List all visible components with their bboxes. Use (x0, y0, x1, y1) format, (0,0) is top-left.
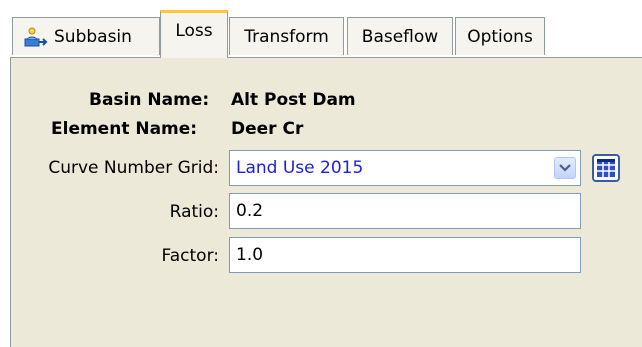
basin-name-label: Basin Name: (89, 90, 210, 110)
basin-name-value: Alt Post Dam (231, 90, 356, 110)
curve-number-grid-dropdown[interactable]: Land Use 2015 (229, 150, 581, 186)
factor-field[interactable]: 1.0 (229, 237, 581, 273)
factor-value: 1.0 (236, 245, 264, 265)
grid-editor-icon[interactable] (591, 153, 621, 183)
element-name-value: Deer Cr (231, 119, 304, 139)
element-name-label: Element Name: (51, 119, 198, 139)
ratio-field[interactable]: 0.2 (229, 193, 581, 229)
curve-number-grid-label: Curve Number Grid: (48, 158, 219, 178)
ratio-label: Ratio: (169, 202, 219, 222)
chevron-down-icon[interactable] (554, 157, 576, 179)
curve-number-grid-value: Land Use 2015 (236, 158, 364, 178)
panel-content: Basin Name: Alt Post Dam Element Name: D… (0, 0, 642, 347)
factor-label: Factor: (161, 246, 219, 266)
ratio-value: 0.2 (236, 201, 264, 221)
